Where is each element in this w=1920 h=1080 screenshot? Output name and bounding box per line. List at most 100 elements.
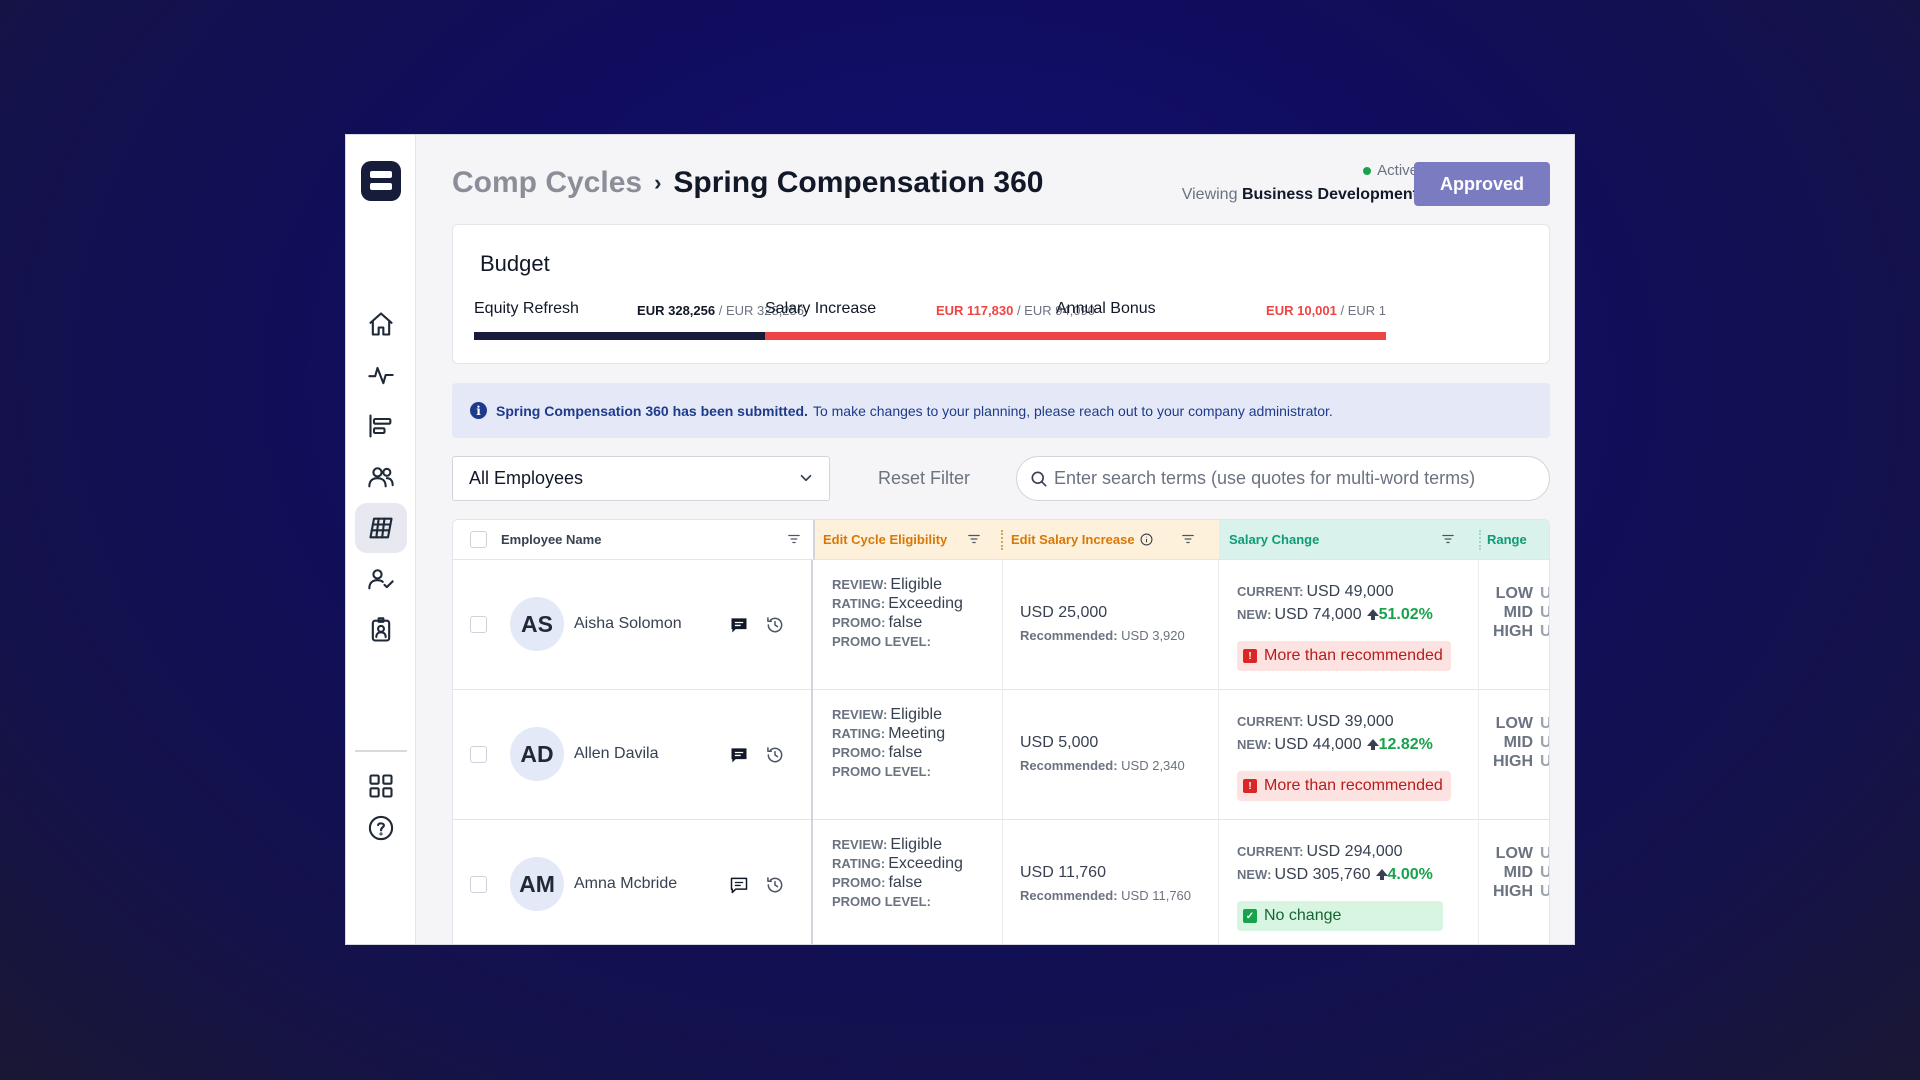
filter-icon[interactable] <box>787 532 801 546</box>
comment-outline-icon[interactable] <box>729 875 749 895</box>
review-value: Eligible <box>890 706 942 723</box>
header-employee-name[interactable]: Employee Name <box>453 520 813 560</box>
chevron-down-icon <box>800 474 812 482</box>
range-high-key: HIGH <box>1493 883 1533 900</box>
rating-value: Exceeding <box>888 595 963 612</box>
row-checkbox[interactable] <box>470 616 487 633</box>
viewing-prefix: Viewing <box>1181 186 1238 203</box>
promo-line: PROMO: false <box>832 614 922 632</box>
table-row[interactable]: AS Aisha Solomon REVIEW: Eligible RATING:… <box>453 560 1549 690</box>
new-value: USD 74,000 <box>1274 606 1362 623</box>
rating-key: RATING: <box>832 596 886 611</box>
sidebar-divider <box>355 750 407 752</box>
avatar: AM <box>510 857 564 911</box>
table-row[interactable]: AM Amna Mcbride REVIEW: Eligible RATING: E… <box>453 820 1549 944</box>
range-high-value: U <box>1540 623 1549 640</box>
eligibility-cell[interactable]: REVIEW: Eligible RATING: Exceeding PROMO: f… <box>815 560 1003 690</box>
history-icon[interactable] <box>765 875 785 895</box>
employee-name[interactable]: Aisha Solomon <box>574 615 682 633</box>
breadcrumb-parent-link[interactable]: Comp Cycles <box>452 166 642 200</box>
range-high-line: HIGH U <box>1491 883 1549 901</box>
employee-filter-select[interactable]: All Employees <box>452 456 830 501</box>
badge-label: No change <box>1264 907 1342 924</box>
avatar: AD <box>510 727 564 781</box>
approved-button[interactable]: Approved <box>1414 162 1550 206</box>
employee-name[interactable]: Allen Davila <box>574 745 658 763</box>
header-label: Range <box>1487 532 1527 547</box>
search-input[interactable] <box>1054 468 1549 489</box>
budget-label: Equity Refresh <box>474 300 579 317</box>
review-line: REVIEW: Eligible <box>832 706 942 724</box>
employee-filter-value: All Employees <box>469 468 584 488</box>
activity-icon[interactable] <box>355 350 407 400</box>
eligibility-cell[interactable]: REVIEW: Eligible RATING: Exceeding PROMO: f… <box>815 820 1003 944</box>
reset-filter-button[interactable]: Reset Filter <box>878 468 970 489</box>
promo-line: PROMO: false <box>832 874 922 892</box>
promo-key: PROMO: <box>832 875 886 890</box>
search-box[interactable] <box>1016 456 1550 501</box>
employee-cell: AS Aisha Solomon <box>453 560 813 690</box>
home-icon[interactable] <box>355 299 407 349</box>
header-edit-cycle-eligibility[interactable]: Edit Cycle Eligibility <box>813 520 1003 560</box>
info-circle-icon[interactable] <box>1140 533 1153 546</box>
recommended-line: Recommended: USD 2,340 <box>1020 758 1185 773</box>
new-key: NEW: <box>1237 867 1272 882</box>
bars-align-icon[interactable] <box>355 401 407 451</box>
current-key: CURRENT: <box>1237 584 1304 599</box>
range-low-key: LOW <box>1495 585 1533 602</box>
row-checkbox[interactable] <box>470 876 487 893</box>
new-line: NEW: USD 305,760 4.00% <box>1237 866 1433 884</box>
table-row[interactable]: AD Allen Davila REVIEW: Eligible RATING: M… <box>453 690 1549 820</box>
header-edit-salary-increase[interactable]: Edit Salary Increase <box>1001 520 1219 560</box>
header-salary-change[interactable]: Salary Change <box>1219 520 1479 560</box>
new-line: NEW: USD 74,000 51.02% <box>1237 606 1433 624</box>
history-icon[interactable] <box>765 615 785 635</box>
employee-name[interactable]: Amna Mcbride <box>574 875 677 893</box>
id-badge-icon[interactable] <box>355 605 407 655</box>
spreadsheet-icon[interactable] <box>355 503 407 553</box>
status-indicator: Active <box>1363 162 1418 179</box>
filter-icon[interactable] <box>1181 532 1195 546</box>
range-high-line: HIGH U <box>1491 753 1549 771</box>
promo-key: PROMO: <box>832 745 886 760</box>
help-icon[interactable] <box>355 803 407 853</box>
promo-level-key: PROMO LEVEL: <box>832 634 931 649</box>
budget-title: Budget <box>480 251 550 276</box>
employee-cell: AD Allen Davila <box>453 690 813 820</box>
new-value: USD 305,760 <box>1274 866 1371 883</box>
avatar: AS <box>510 597 564 651</box>
select-all-checkbox[interactable] <box>470 531 487 548</box>
promo-level-line: PROMO LEVEL: <box>832 893 934 911</box>
salary-change-cell: CURRENT: USD 49,000 NEW: USD 74,000 51.02% … <box>1219 560 1479 690</box>
range-high-key: HIGH <box>1493 753 1533 770</box>
salary-increase-cell[interactable]: USD 25,000 Recommended: USD 3,920 <box>1003 560 1219 690</box>
filter-icon[interactable] <box>967 532 981 546</box>
header-label: Salary Change <box>1229 532 1320 547</box>
history-icon[interactable] <box>765 745 785 765</box>
row-checkbox[interactable] <box>470 746 487 763</box>
budget-amount: EUR 10,001 / EUR 1 <box>1266 303 1386 318</box>
users-icon[interactable] <box>355 452 407 502</box>
filter-icon[interactable] <box>1441 532 1455 546</box>
range-high-key: HIGH <box>1493 623 1533 640</box>
page-title: Spring Compensation 360 <box>673 166 1044 199</box>
rating-key: RATING: <box>832 726 886 741</box>
comment-icon[interactable] <box>729 615 749 635</box>
user-check-icon[interactable] <box>355 554 407 604</box>
recommended-line: Recommended: USD 11,760 <box>1020 888 1191 903</box>
header-range[interactable]: Range <box>1479 520 1549 560</box>
app-logo[interactable] <box>361 161 401 201</box>
badge-label: More than recommended <box>1264 777 1443 794</box>
viewing-team: Business Development <box>1241 186 1418 203</box>
salary-increase-cell[interactable]: USD 5,000 Recommended: USD 2,340 <box>1003 690 1219 820</box>
current-value: USD 39,000 <box>1306 713 1394 730</box>
comment-icon[interactable] <box>729 745 749 765</box>
range-low-line: LOW U <box>1491 845 1549 863</box>
promo-level-line: PROMO LEVEL: <box>832 633 934 651</box>
range-mid-value: U <box>1540 864 1549 881</box>
eligibility-cell[interactable]: REVIEW: Eligible RATING: Meeting PROMO: fal… <box>815 690 1003 820</box>
current-key: CURRENT: <box>1237 714 1304 729</box>
range-mid-line: MID U <box>1491 734 1549 752</box>
salary-increase-cell[interactable]: USD 11,760 Recommended: USD 11,760 <box>1003 820 1219 944</box>
review-key: REVIEW: <box>832 577 888 592</box>
